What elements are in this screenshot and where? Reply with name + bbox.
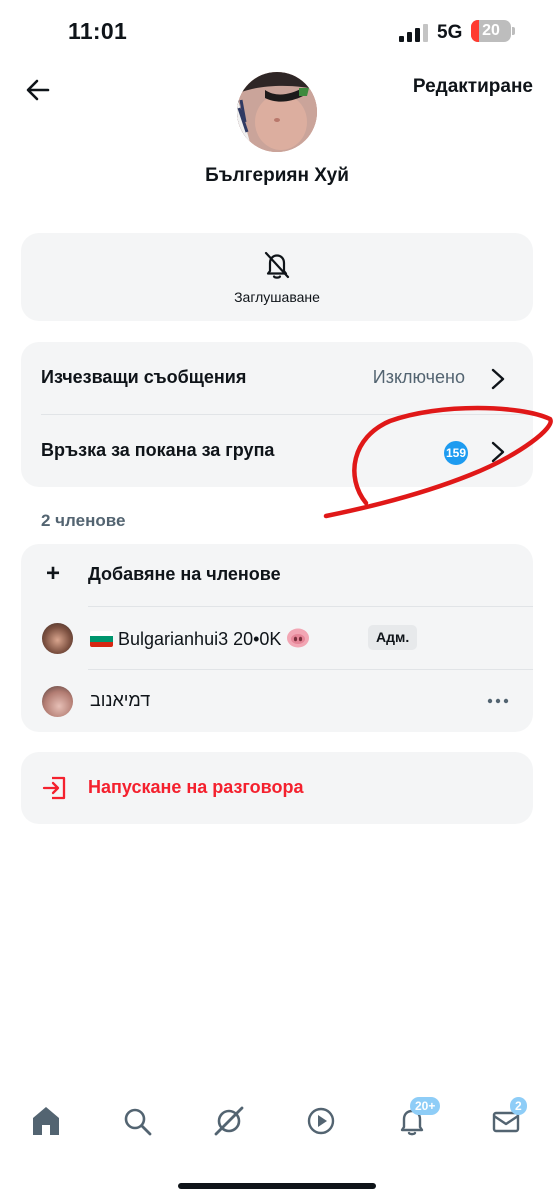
more-options-icon[interactable] (486, 689, 510, 713)
messages-badge: 2 (510, 1097, 527, 1115)
group-avatar[interactable] (237, 72, 317, 152)
status-time: 11:01 (68, 18, 128, 44)
mute-button[interactable]: Заглушаване (21, 233, 533, 321)
messages-tab[interactable]: 2 (488, 1097, 527, 1139)
video-icon[interactable] (303, 1103, 339, 1139)
member-row[interactable]: דמיאנוב (21, 670, 533, 732)
add-members-button[interactable]: + Добавяне на членове (21, 544, 533, 606)
admin-badge: Адм. (368, 625, 418, 650)
back-arrow-icon[interactable] (22, 74, 54, 106)
bell-off-icon (264, 251, 290, 279)
chevron-right-icon (491, 368, 505, 390)
home-indicator (178, 1183, 376, 1189)
disappearing-messages-value: Изключено (372, 367, 465, 387)
member-avatar (42, 686, 73, 717)
tab-bar: 20+ 2 (0, 1095, 554, 1155)
notifications-badge: 20+ (410, 1097, 441, 1115)
invite-link-label: Връзка за покана за група (41, 440, 275, 460)
members-card: + Добавяне на членове Bulgarianhui3 20•0… (21, 544, 533, 732)
member-row[interactable]: Bulgarianhui3 20•0K Адм. (21, 607, 533, 669)
search-icon[interactable] (119, 1103, 155, 1139)
leave-conversation-label: Напускане на разговора (88, 777, 304, 797)
battery-nub (512, 27, 515, 35)
add-members-label: Добавяне на членове (88, 564, 281, 584)
plus-icon: + (46, 560, 61, 587)
member-avatar (42, 623, 73, 654)
members-count: 2 членове (41, 511, 126, 530)
red-scribble-annotation (323, 405, 553, 519)
mute-label: Заглушаване (234, 289, 320, 305)
group-avatar-image (237, 72, 317, 152)
disappearing-messages-label: Изчезващи съобщения (41, 367, 247, 387)
signal-icon (399, 24, 428, 42)
notifications-tab[interactable]: 20+ (394, 1097, 441, 1139)
bulgaria-flag-icon (90, 631, 113, 647)
battery-level: 20 (482, 22, 500, 39)
group-name: Бългериян Хуй (205, 165, 349, 186)
grok-icon[interactable] (211, 1103, 247, 1139)
leave-conversation-button[interactable]: Напускане на разговора (21, 752, 533, 824)
home-icon[interactable] (28, 1103, 64, 1139)
member-name: דמיאנוב (90, 690, 151, 710)
pig-nose-icon (287, 628, 310, 648)
leave-icon (42, 776, 66, 800)
member-name-text: Bulgarianhui3 20•0K (118, 629, 282, 649)
disappearing-messages-row[interactable]: Изчезващи съобщения Изключено (21, 342, 533, 414)
network-label: 5G (437, 22, 463, 43)
status-bar: 11:01 5G 20 (0, 0, 554, 64)
member-name: Bulgarianhui3 20•0K (90, 627, 310, 650)
battery-icon: 20 (471, 20, 511, 42)
edit-button[interactable]: Редактиране (413, 76, 533, 98)
